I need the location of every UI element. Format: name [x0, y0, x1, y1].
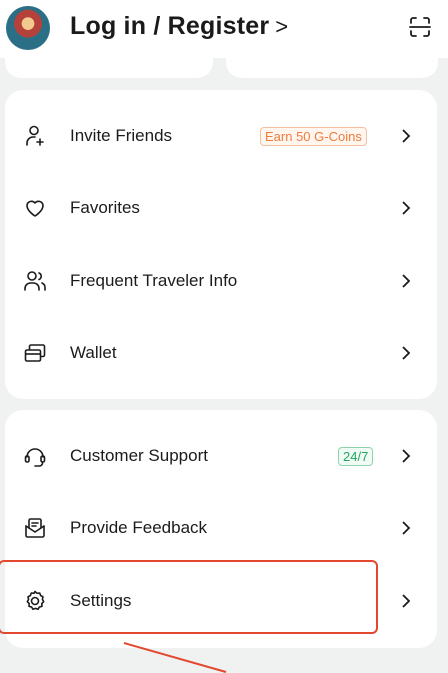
- login-register-label: Log in / Register: [70, 12, 270, 40]
- travelers-icon: [24, 271, 46, 291]
- chevron-right-icon: [402, 594, 411, 608]
- menu-item-frequent-traveler-info[interactable]: Frequent Traveler Info: [5, 245, 437, 317]
- top-header: Log in / Register >: [0, 0, 448, 58]
- add-user-icon: [26, 125, 44, 146]
- earn-coins-badge: Earn 50 G-Coins: [260, 126, 367, 146]
- scan-icon[interactable]: [408, 15, 432, 39]
- invite-friends-label: Invite Friends: [70, 126, 173, 145]
- avatar[interactable]: [6, 6, 50, 50]
- menu-item-provide-feedback[interactable]: Provide Feedback: [5, 492, 437, 564]
- availability-badge: 24/7: [338, 446, 374, 466]
- annotation-arrow-line: [123, 642, 227, 673]
- headset-icon: [24, 448, 46, 467]
- settings-highlight-box: [0, 560, 378, 634]
- chevron-right-icon: [402, 129, 411, 143]
- customer-support-label: Customer Support: [70, 446, 208, 465]
- account-menu-card: Invite Friends Earn 50 G-Coins Favorites…: [5, 90, 437, 399]
- provide-feedback-label: Provide Feedback: [70, 518, 208, 537]
- chevron-right-icon: [402, 274, 411, 288]
- heart-icon: [26, 200, 44, 217]
- previous-card-left: [5, 58, 213, 78]
- favorites-label: Favorites: [70, 198, 140, 217]
- chevron-right-icon: [402, 449, 411, 463]
- menu-item-customer-support[interactable]: Customer Support 24/7: [5, 420, 437, 492]
- previous-card-right: [226, 58, 438, 78]
- wallet-label: Wallet: [70, 343, 117, 362]
- chevron-right-icon: [402, 346, 411, 360]
- chevron-right-icon: >: [275, 14, 289, 39]
- menu-item-favorites[interactable]: Favorites: [5, 172, 437, 244]
- feedback-icon: [25, 518, 45, 538]
- frequent-traveler-info-label: Frequent Traveler Info: [70, 271, 238, 290]
- chevron-right-icon: [402, 521, 411, 535]
- login-register-link[interactable]: Log in / Register >: [70, 12, 288, 41]
- menu-item-invite-friends[interactable]: Invite Friends Earn 50 G-Coins: [5, 100, 437, 172]
- chevron-right-icon: [402, 201, 411, 215]
- menu-item-wallet[interactable]: Wallet: [5, 317, 437, 389]
- wallet-icon: [24, 344, 46, 362]
